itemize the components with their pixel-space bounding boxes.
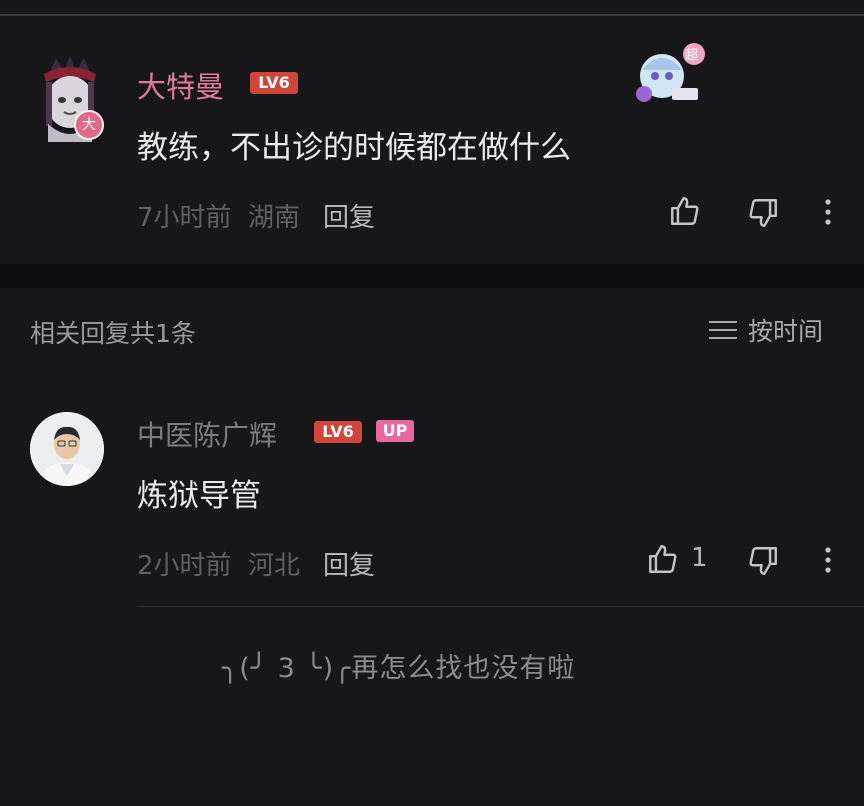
reply-reply-button[interactable]: 回复 [323, 545, 375, 582]
replies-count-header: 相关回复共1条 [30, 319, 196, 348]
reply-location: 河北 [248, 551, 301, 581]
reply-level-badge: LV6 [314, 421, 362, 443]
reply-username[interactable]: 中医陈广辉 [137, 414, 277, 454]
reply-time: 2小时前 [137, 551, 232, 581]
user-avatar[interactable]: 大 [34, 52, 106, 144]
reply-avatar[interactable] [30, 412, 104, 486]
reply-thumb-up-icon[interactable] [646, 542, 680, 580]
level-badge: LV6 [250, 72, 298, 94]
reply-button[interactable]: 回复 [323, 197, 375, 234]
reply-thumb-down-icon[interactable] [746, 544, 780, 582]
sticker-badge: 超 [685, 48, 699, 63]
section-divider [0, 264, 864, 288]
decorative-sticker: 超 [632, 40, 712, 110]
reply-more-vertical-icon[interactable] [818, 544, 838, 580]
sort-lines-icon [709, 321, 737, 339]
up-badge: UP [376, 420, 414, 442]
comment-time: 7小时前 [137, 203, 232, 233]
comment-text: 教练，不出诊的时候都在做什么 [137, 130, 571, 166]
reply-separator [137, 606, 864, 607]
comment-location: 湖南 [248, 203, 301, 233]
sort-label: 按时间 [748, 317, 824, 346]
avatar-badge: 大 [74, 110, 104, 140]
end-of-list-message: ╮(╯ 3 ╰)╭再怎么找也没有啦 [222, 653, 576, 684]
thumb-down-icon[interactable] [746, 196, 780, 234]
sort-button[interactable]: 按时间 [708, 312, 823, 348]
more-vertical-icon[interactable] [818, 196, 838, 232]
comment-username[interactable]: 大特曼 [137, 64, 224, 106]
like-count: 1 [691, 543, 708, 573]
reply-text: 炼狱导管 [137, 478, 261, 514]
thumb-up-icon[interactable] [668, 194, 702, 232]
